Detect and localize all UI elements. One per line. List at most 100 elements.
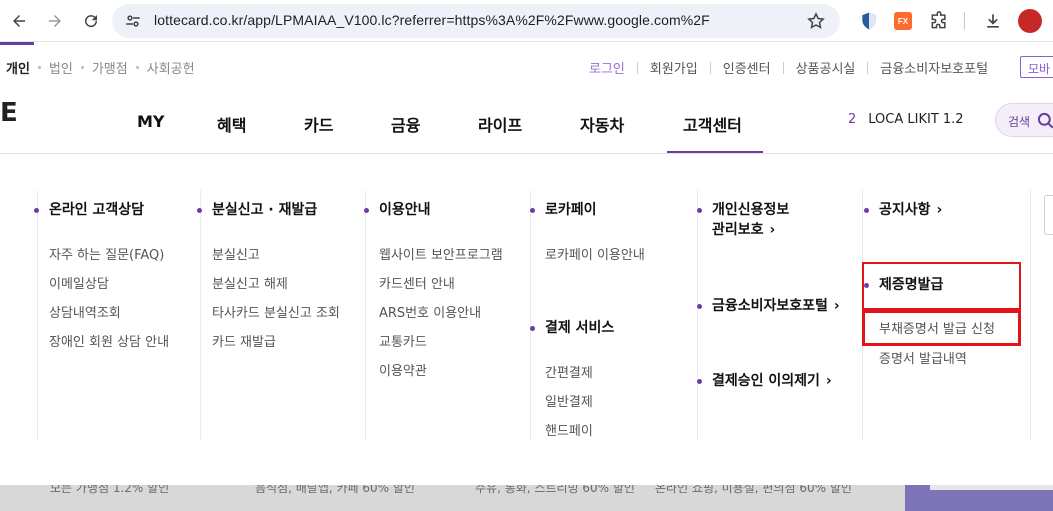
menu-disabled-consult[interactable]: 장애인 회원 상담 안내 [49,331,169,350]
menu-email-consult[interactable]: 이메일상담 [49,273,109,292]
consumer-protection-link[interactable]: 금융소비자보호포털 [880,58,988,77]
gnb-life[interactable]: 라이프 [478,112,522,136]
benefit-text: 주유, 통화, 스트리밍 60% 할인 [475,485,635,495]
menu-lost-cancel[interactable]: 분실신고 해제 [212,273,288,292]
menu-online-consult[interactable]: 온라인 고객상담 [34,200,144,220]
chevron-right-icon: › [825,373,832,389]
site-settings-icon[interactable] [124,12,142,30]
menu-locapay[interactable]: 로카페이 [530,200,597,220]
segment-corporate[interactable]: 법인 [49,58,73,77]
util-divider [867,61,869,74]
url-text: lottecard.co.kr/app/LPMAIAA_V100.lc?refe… [154,12,710,28]
util-divider [782,61,784,74]
menu-faq[interactable]: 자주 하는 질문(FAQ) [49,244,164,263]
side-panel-edge [1044,195,1053,235]
background-content: 모든 가맹점 1.2% 할인 음식점, 배달앱, 카페 60% 할인 주유, 통… [0,485,1053,511]
menu-certificate-history[interactable]: 증명서 발급내역 [879,348,967,367]
menu-security-program[interactable]: 웹사이트 보안프로그램 [379,244,503,263]
customer-segment-tabs: 개인 법인 가맹점 사회공헌 [6,58,195,77]
segment-merchant[interactable]: 가맹점 [92,58,128,77]
highlight-box [862,310,1021,346]
segment-active-indicator [0,42,34,45]
column-divider [1030,190,1031,440]
util-divider [636,61,638,74]
menu-consumer-portal[interactable]: 금융소비자보호포털 › [697,296,840,316]
menu-lost-report-item[interactable]: 분실신고 [212,244,260,263]
reload-icon [85,15,98,28]
mobile-button[interactable]: 모바 [1020,56,1053,78]
cert-center-link[interactable]: 인증센터 [723,58,771,77]
menu-general-pay[interactable]: 일반결제 [545,391,593,410]
column-divider [365,190,366,440]
search-label: 검색 [1008,115,1031,129]
menu-payment-dispute[interactable]: 결제승인 이의제기 › [697,371,832,391]
menu-other-lost-check[interactable]: 타사카드 분실신고 조회 [212,302,340,321]
loca-text: LOCA LIKIT 1.2 [868,112,964,127]
reload-button[interactable] [78,8,104,34]
chevron-right-icon: › [833,298,840,314]
chevron-right-icon: › [936,202,943,218]
address-bar[interactable]: lottecard.co.kr/app/LPMAIAA_V100.lc?refe… [112,4,840,38]
segment-dot [80,66,84,69]
product-disclosure-link[interactable]: 상품공시실 [796,58,856,77]
extensions-puzzle-icon[interactable] [928,10,950,32]
search-icon [1037,112,1053,129]
credit-info-line2: 관리보호 [712,222,764,238]
menu-card-center[interactable]: 카드센터 안내 [379,273,455,292]
back-arrow-icon [13,15,25,27]
menu-lost-report[interactable]: 분실신고 · 재발급 [197,200,317,220]
column-divider [200,190,201,440]
gnb-car[interactable]: 자동차 [580,112,624,136]
segment-personal[interactable]: 개인 [6,58,30,77]
background-card-inner [930,485,1053,490]
consumer-portal-label: 금융소비자보호포털 [712,298,828,314]
menu-ars-guide[interactable]: ARS번호 이용안내 [379,302,481,321]
toolbar-separator [964,12,965,30]
login-link[interactable]: 로그인 [589,58,625,77]
segment-dot [135,66,139,69]
menu-terms[interactable]: 이용약관 [379,360,427,379]
column-divider [37,190,38,440]
gnb-divider [0,153,1053,154]
gnb-card[interactable]: 카드 [304,112,333,136]
menu-notices[interactable]: 공지사항 › [864,200,942,220]
download-icon[interactable] [982,10,1004,32]
menu-consult-history[interactable]: 상담내역조회 [49,302,121,321]
gnb-my[interactable]: MY [137,112,165,131]
util-divider [709,61,711,74]
forward-arrow-icon [49,15,61,27]
gnb-customer-center[interactable]: 고객센터 [683,112,742,136]
gnb-benefits[interactable]: 혜택 [217,112,246,136]
menu-locapay-guide[interactable]: 로카페이 이용안내 [545,244,645,263]
menu-handpay[interactable]: 핸드페이 [545,420,593,439]
highlight-box [862,262,1021,310]
benefit-text: 온라인 쇼핑, 미용실, 편의점 60% 할인 [655,485,852,495]
menu-card-reissue[interactable]: 카드 재발급 [212,331,276,350]
fx-extension-icon[interactable]: FX [892,10,914,32]
menu-credit-info[interactable]: 개인신용정보 관리보호 › [697,200,789,240]
profile-avatar[interactable] [1018,9,1042,33]
forward-button[interactable] [42,8,68,34]
segment-dot [37,66,41,69]
back-button[interactable] [6,8,32,34]
gnb-finance[interactable]: 금융 [391,112,420,136]
chevron-right-icon: › [769,222,776,238]
loca-likit-link[interactable]: 2 LOCA LIKIT 1.2 [848,112,964,127]
column-divider [530,190,531,440]
benefit-text: 음식점, 배달앱, 카페 60% 할인 [255,485,415,495]
segment-social[interactable]: 사회공헌 [147,58,195,77]
signup-link[interactable]: 회원가입 [650,58,698,77]
menu-payment-service[interactable]: 결제 서비스 [530,318,614,338]
global-nav: MY 혜택 카드 금융 라이프 자동차 고객센터 [0,112,800,135]
menu-transit-card[interactable]: 교통카드 [379,331,427,350]
menu-usage-guide[interactable]: 이용안내 [364,200,431,220]
shield-extension-icon[interactable] [858,10,880,32]
search-button[interactable]: 검색 [995,103,1053,137]
notices-label: 공지사항 [879,202,931,218]
utility-links: 로그인 회원가입 인증센터 상품공시실 금융소비자보호포털 [589,58,988,77]
benefit-text: 모든 가맹점 1.2% 할인 [50,485,170,495]
bookmark-star-icon[interactable] [806,11,826,31]
menu-easy-pay[interactable]: 간편결제 [545,362,593,381]
payment-dispute-label: 결제승인 이의제기 [712,373,820,389]
loca-number: 2 [848,112,857,127]
